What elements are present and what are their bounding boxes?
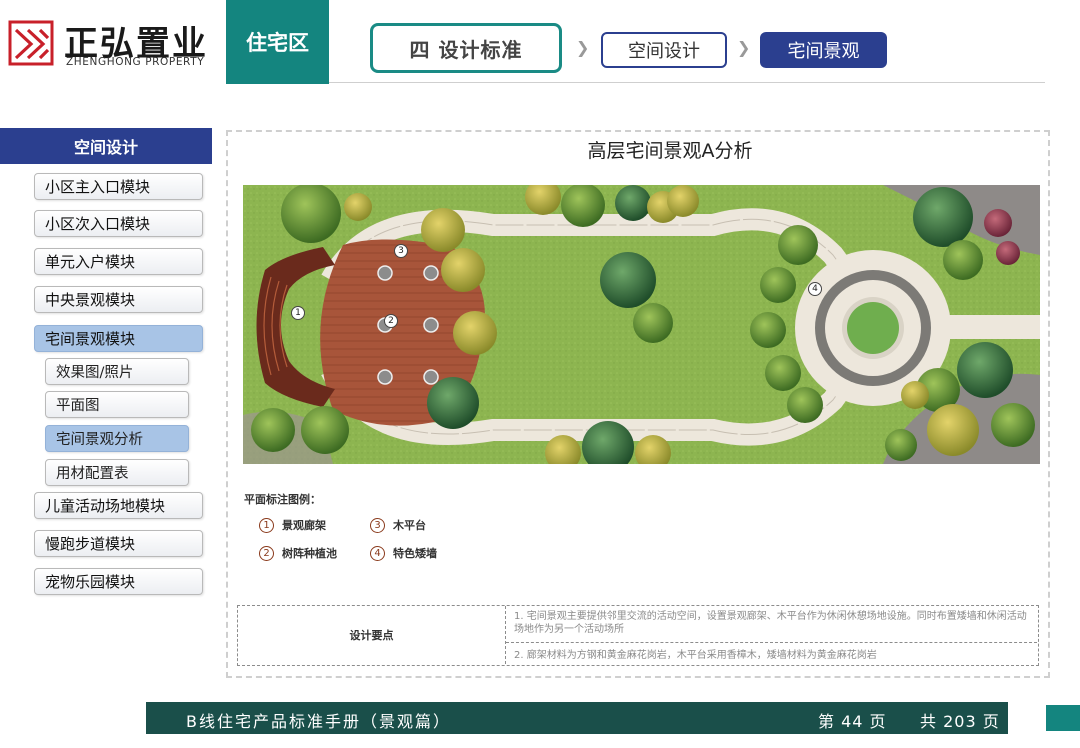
plan-marker-4: 4 — [808, 282, 822, 296]
legend-title: 平面标注图例： — [244, 493, 321, 506]
plan-marker-2: 2 — [384, 314, 398, 328]
company-logo: 正弘置业 ZHENGHONG PROPERTY — [8, 14, 223, 70]
content-title: 高层宅间景观A分析 — [587, 140, 753, 162]
footer-title: B线住宅产品标准手册（景观篇） — [186, 712, 451, 731]
sidebar-item-main-entrance[interactable]: 小区主入口模块 — [34, 173, 203, 200]
legend-number: 1 — [259, 517, 274, 533]
legend-label: 树阵种植池 — [282, 547, 337, 560]
footer-bar: B线住宅产品标准手册（景观篇） 第 44 页 共 203 页 — [146, 702, 1008, 734]
landscape-plan-image — [243, 185, 1040, 464]
legend-label: 木平台 — [393, 519, 426, 532]
sidebar-item-courtyard-landscape[interactable]: 宅间景观模块 — [34, 325, 203, 352]
legend-number: 2 — [259, 545, 274, 561]
sidebar-item-jogging-path[interactable]: 慢跑步道模块 — [34, 530, 203, 557]
chevron-right-icon: ❯ — [737, 38, 751, 57]
legend-label: 特色矮墙 — [393, 547, 437, 560]
breadcrumb-section[interactable]: 空间设计 — [601, 32, 727, 68]
chevron-right-icon: ❯ — [576, 38, 590, 57]
legend-number: 4 — [370, 545, 385, 561]
logo-mark-icon — [8, 20, 54, 66]
sidebar-item-unit-entrance[interactable]: 单元入户模块 — [34, 248, 203, 275]
footer-total-pages: 共 203 页 — [920, 712, 1000, 731]
design-points-table: 设计要点 1. 宅间景观主要提供邻里交流的活动空间，设置景观廊架、木平台作为休闲… — [237, 605, 1039, 666]
slide-page: 正弘置业 ZHENGHONG PROPERTY 住宅区 四 设计标准 ❯ 空间设… — [0, 0, 1080, 748]
legend-item-wood-deck: 3 木平台 — [370, 517, 426, 533]
sidebar-subitem-renderings[interactable]: 效果图/照片 — [45, 358, 189, 385]
sidebar-subitem-materials[interactable]: 用材配置表 — [45, 459, 189, 486]
footer-accent-block — [1046, 705, 1080, 731]
breadcrumb-current[interactable]: 宅间景观 — [760, 32, 887, 68]
legend-item-pergola: 1 景观廊架 — [259, 517, 326, 533]
plan-marker-3: 3 — [394, 244, 408, 258]
design-point-2: 2. 廊架材料为方钢和黄金麻花岗岩，木平台采用香樟木，矮墙材料为黄金麻花岗岩 — [514, 650, 877, 661]
legend-item-tree-pits: 2 树阵种植池 — [259, 545, 337, 561]
legend-item-feature-wall: 4 特色矮墙 — [370, 545, 437, 561]
legend-number: 3 — [370, 517, 385, 533]
sidebar-subitem-analysis[interactable]: 宅间景观分析 — [45, 425, 189, 452]
sidebar-subitem-plan[interactable]: 平面图 — [45, 391, 189, 418]
sidebar-item-children-play[interactable]: 儿童活动场地模块 — [34, 492, 203, 519]
sidebar-item-pet-park[interactable]: 宠物乐园模块 — [34, 568, 203, 595]
design-point-1: 1. 宅间景观主要提供邻里交流的活动空间，设置景观廊架、木平台作为休闲休憩场地设… — [506, 606, 1037, 643]
footer-page-number: 第 44 页 — [818, 712, 887, 731]
legend-label: 景观廊架 — [282, 519, 326, 532]
header-divider — [329, 82, 1045, 83]
sidebar-item-central-landscape[interactable]: 中央景观模块 — [34, 286, 203, 313]
company-name-en: ZHENGHONG PROPERTY — [66, 56, 205, 68]
plan-marker-1: 1 — [291, 306, 305, 320]
breadcrumb-chapter[interactable]: 四 设计标准 — [370, 23, 562, 73]
sidebar-item-side-entrance[interactable]: 小区次入口模块 — [34, 210, 203, 237]
design-points-label: 设计要点 — [238, 606, 506, 664]
section-tag[interactable]: 住宅区 — [226, 0, 329, 84]
sidebar-heading[interactable]: 空间设计 — [0, 128, 212, 164]
